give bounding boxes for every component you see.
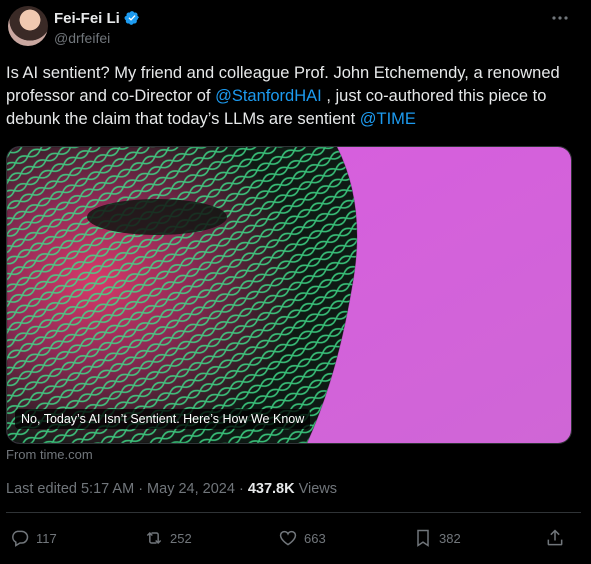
verified-badge-icon [124,11,139,25]
repost-icon [146,531,162,545]
bookmark-button[interactable]: 382 [413,528,461,548]
more-options-icon[interactable] [548,8,572,28]
author-name[interactable]: Fei-Fei Li [54,10,120,27]
like-button[interactable]: 663 [278,528,326,548]
tweet-text: Is AI sentient? My friend and colleague … [6,62,581,131]
repost-count: 252 [170,530,192,546]
reply-icon [12,530,29,547]
views-label: Views [294,481,338,497]
bookmark-count: 382 [439,530,461,546]
author-row: Fei-Fei Li [54,8,140,28]
action-bar: 117 252 663 382 [0,522,591,558]
mention-link[interactable]: @TIME [360,110,416,128]
share-button[interactable] [545,528,565,548]
reply-button[interactable]: 117 [10,528,57,548]
views-count: 437.8K [247,481,295,497]
mention-link[interactable]: @StanfordHAI [215,87,322,105]
card-source[interactable]: From time.com [6,447,93,462]
avatar[interactable] [8,6,48,46]
card-caption[interactable]: No, Today’s AI Isn’t Sentient. Here’s Ho… [15,409,311,429]
share-icon [547,529,563,546]
bookmark-icon [417,529,429,547]
reply-count: 117 [36,530,57,546]
heart-icon [279,530,297,546]
author-handle[interactable]: @drfeifei [54,30,110,46]
edited-timestamp[interactable]: Last edited 5:17 AM · May 24, 2024 · [6,481,248,497]
repost-button[interactable]: 252 [144,528,192,548]
divider [6,512,581,513]
tweet-meta: Last edited 5:17 AM · May 24, 2024 · 437… [6,481,337,497]
tweet-detail: Fei-Fei Li @drfeifei Is AI sentient? My … [0,0,591,564]
link-card-image[interactable] [6,146,572,444]
like-count: 663 [304,530,326,546]
